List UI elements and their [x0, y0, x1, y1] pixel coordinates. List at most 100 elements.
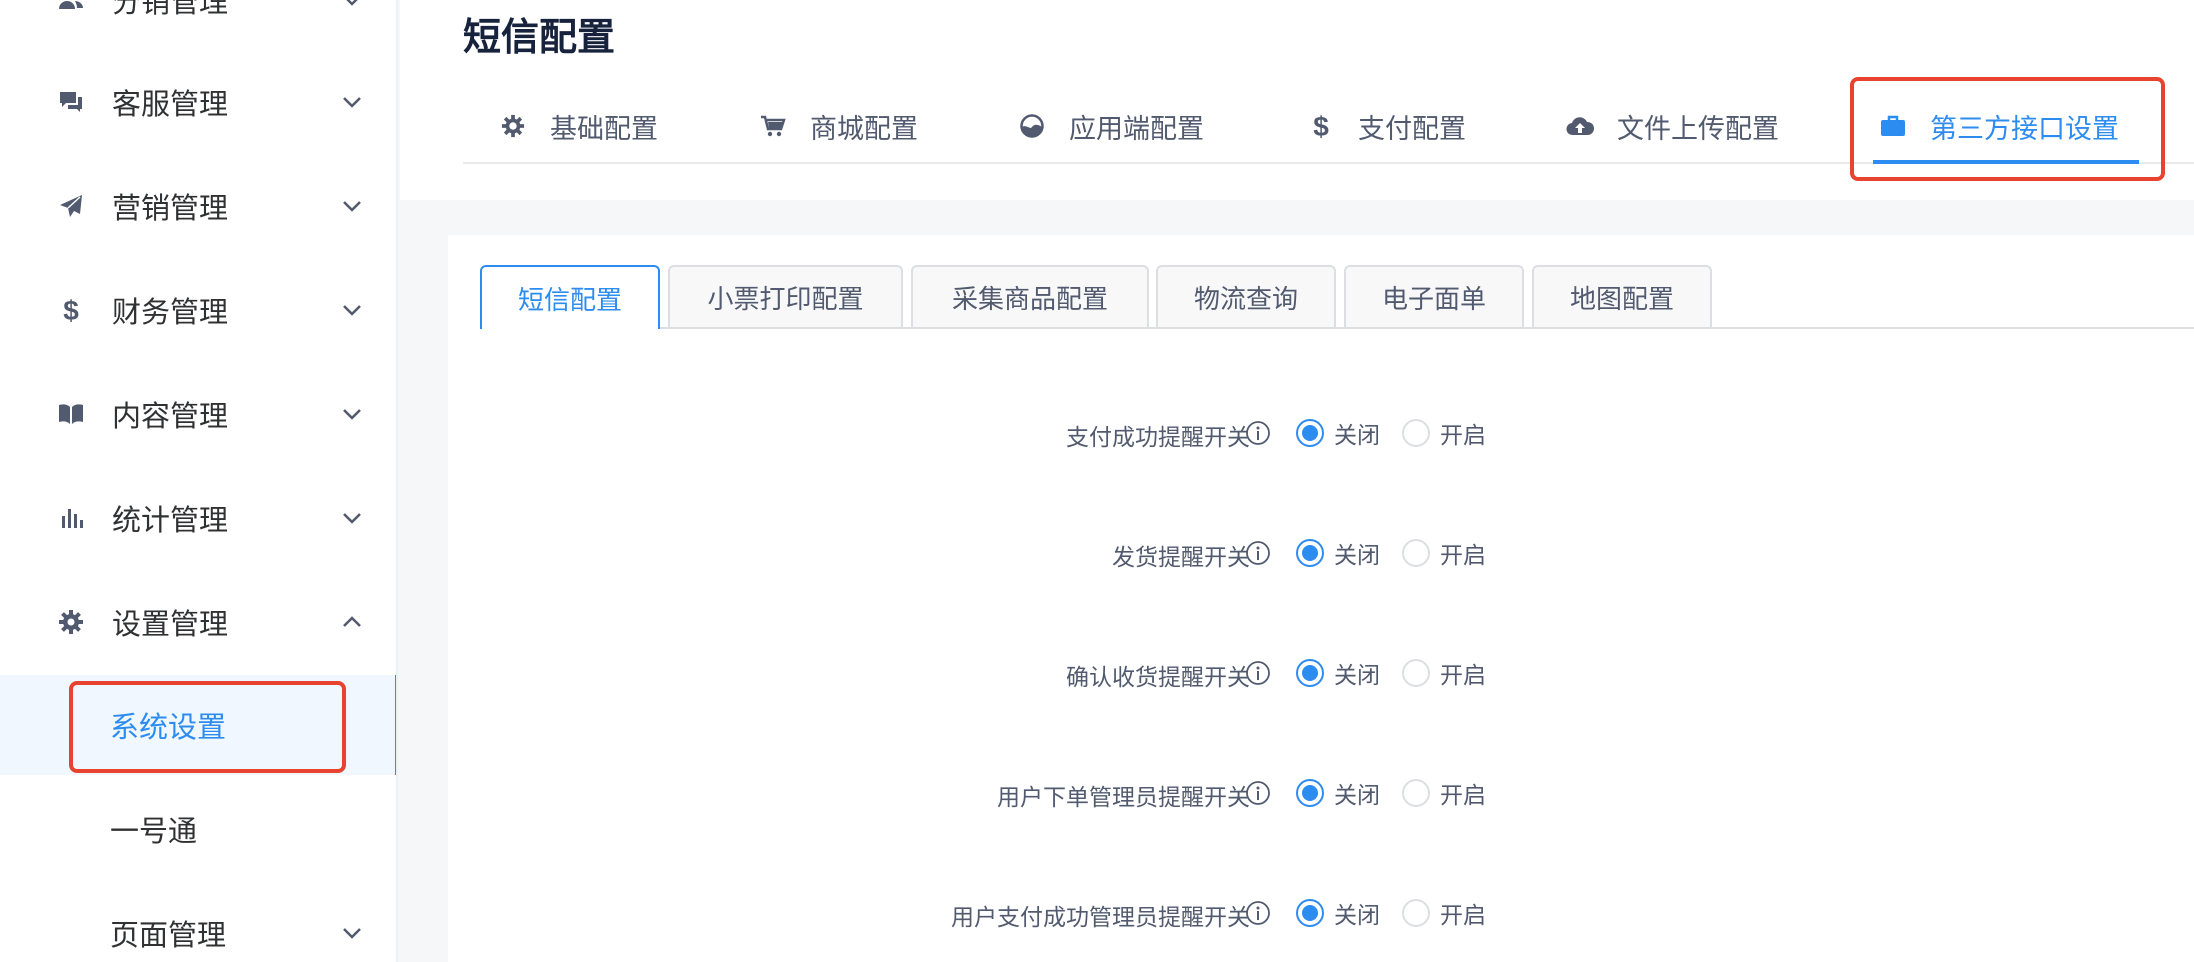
tab-label: 应用端配置	[1069, 113, 1204, 145]
gear-icon	[56, 607, 86, 637]
info-icon[interactable]	[1245, 780, 1271, 806]
sidebar-item-label: 财务管理	[112, 295, 229, 329]
sidebar-item-statistics[interactable]: 统计管理	[0, 478, 398, 558]
svg-text:$: $	[63, 295, 79, 325]
radio-dot	[1296, 659, 1324, 687]
info-icon[interactable]	[1245, 420, 1271, 446]
sidebar-subitem-page-management[interactable]: 页面管理	[0, 883, 398, 962]
chevron-down-icon	[340, 194, 364, 218]
sidebar-subitem-label: 页面管理	[110, 918, 227, 952]
radio-label: 开启	[1440, 783, 1486, 809]
chevron-up-icon	[340, 610, 364, 634]
sidebar-item-label: 设置管理	[112, 607, 229, 641]
chevron-down-icon	[340, 298, 364, 322]
radio-dot	[1402, 899, 1430, 927]
radio-on[interactable]: 开启	[1402, 776, 1486, 810]
radio-label: 关闭	[1334, 903, 1380, 929]
dollar-icon: $	[1306, 111, 1336, 141]
form-row-confirm-receipt: 确认收货提醒开关 关闭 开启	[448, 650, 2194, 700]
tab-payment-config[interactable]: $ 支付配置	[1306, 90, 1466, 162]
radio-on[interactable]: 开启	[1402, 416, 1486, 450]
form-row-order-admin: 用户下单管理员提醒开关 关闭 开启	[448, 770, 2194, 820]
form-row-payment-admin: 用户支付成功管理员提醒开关 关闭 开启	[448, 890, 2194, 940]
sidebar-item-content[interactable]: 内容管理	[0, 374, 398, 454]
radio-dot	[1402, 539, 1430, 567]
sidebar-item-distribution[interactable]: 分销管理	[0, 0, 398, 40]
radio-label: 开启	[1440, 903, 1486, 929]
sidebar-item-settings[interactable]: 设置管理	[0, 582, 398, 662]
sidebar-subitem-system-settings[interactable]: 系统设置	[0, 675, 398, 775]
tab-third-party-api[interactable]: 第三方接口设置	[1873, 90, 2139, 164]
sidebar-item-label: 分销管理	[112, 0, 229, 19]
cloud-upload-icon	[1565, 111, 1595, 141]
radio-on[interactable]: 开启	[1402, 536, 1486, 570]
sidebar-subitem-label: 系统设置	[110, 710, 227, 744]
info-icon[interactable]	[1245, 900, 1271, 926]
sidebar-item-marketing[interactable]: 营销管理	[0, 166, 398, 246]
subtab-receipt-print[interactable]: 小票打印配置	[668, 265, 903, 327]
field-label: 支付成功提醒开关	[1066, 425, 1250, 451]
subtab-map-config[interactable]: 地图配置	[1532, 265, 1712, 327]
tab-app-config[interactable]: 应用端配置	[1017, 90, 1204, 162]
radio-off[interactable]: 关闭	[1296, 896, 1380, 930]
radio-off[interactable]: 关闭	[1296, 656, 1380, 690]
tab-label: 支付配置	[1358, 113, 1466, 145]
users-icon	[56, 0, 86, 15]
radio-dot	[1296, 419, 1324, 447]
form-row-shipping: 发货提醒开关 关闭 开启	[448, 530, 2194, 580]
radio-label: 关闭	[1334, 543, 1380, 569]
app-icon	[1017, 111, 1047, 141]
sidebar: 分销管理 客服管理 营销管理 $ 财务管理 内容管理 统计管理 设置管理 系统设…	[0, 0, 398, 962]
chevron-down-icon	[340, 921, 364, 945]
settings-tab-bar: 基础配置 商城配置 应用端配置 $ 支付配置 文件上传配置 第三方接口设置	[463, 90, 2194, 164]
chat-icon	[56, 87, 86, 117]
sidebar-item-label: 客服管理	[112, 87, 229, 121]
book-icon	[56, 399, 86, 429]
field-label: 发货提醒开关	[1112, 545, 1250, 571]
sidebar-item-label: 营销管理	[112, 191, 229, 225]
radio-dot	[1296, 539, 1324, 567]
content-card: 短信配置 小票打印配置 采集商品配置 物流查询 电子面单 地图配置 支付成功提醒…	[448, 235, 2194, 962]
radio-label: 开启	[1440, 663, 1486, 689]
header: 短信配置 基础配置 商城配置 应用端配置 $ 支付配置 文件上传配置 第三方接口…	[400, 0, 2194, 200]
radio-on[interactable]: 开启	[1402, 656, 1486, 690]
info-icon[interactable]	[1245, 540, 1271, 566]
field-label: 用户下单管理员提醒开关	[997, 785, 1250, 811]
chevron-down-icon	[340, 0, 364, 12]
svg-text:$: $	[1313, 111, 1329, 141]
tab-file-upload-config[interactable]: 文件上传配置	[1565, 90, 1779, 162]
subtab-logistics-query[interactable]: 物流查询	[1156, 265, 1336, 327]
subtab-e-waybill[interactable]: 电子面单	[1344, 265, 1524, 327]
tab-mall-config[interactable]: 商城配置	[758, 90, 918, 162]
tab-label: 商城配置	[810, 113, 918, 145]
sidebar-subitem-label: 一号通	[110, 814, 198, 848]
field-label: 确认收货提醒开关	[1066, 665, 1250, 691]
subtab-product-collect[interactable]: 采集商品配置	[911, 265, 1149, 327]
gear-icon	[498, 111, 528, 141]
radio-dot	[1296, 779, 1324, 807]
radio-off[interactable]: 关闭	[1296, 536, 1380, 570]
radio-dot	[1402, 779, 1430, 807]
field-label: 用户支付成功管理员提醒开关	[951, 905, 1250, 931]
sidebar-item-label: 统计管理	[112, 503, 229, 537]
tab-basic-config[interactable]: 基础配置	[498, 90, 658, 162]
radio-off[interactable]: 关闭	[1296, 416, 1380, 450]
radio-label: 关闭	[1334, 423, 1380, 449]
radio-dot	[1402, 419, 1430, 447]
radio-dot	[1402, 659, 1430, 687]
paper-plane-icon	[56, 191, 86, 221]
sidebar-subitem-yihaotong[interactable]: 一号通	[0, 779, 398, 879]
sidebar-item-finance[interactable]: $ 财务管理	[0, 270, 398, 350]
subtab-sms-config[interactable]: 短信配置	[480, 265, 660, 329]
tab-label: 文件上传配置	[1617, 113, 1779, 145]
radio-label: 开启	[1440, 543, 1486, 569]
dollar-icon: $	[56, 295, 86, 325]
info-icon[interactable]	[1245, 660, 1271, 686]
sub-tab-bar: 短信配置 小票打印配置 采集商品配置 物流查询 电子面单 地图配置	[480, 265, 2194, 329]
sidebar-item-customer-service[interactable]: 客服管理	[0, 62, 398, 142]
radio-on[interactable]: 开启	[1402, 896, 1486, 930]
radio-label: 关闭	[1334, 663, 1380, 689]
bar-chart-icon	[56, 503, 86, 533]
radio-off[interactable]: 关闭	[1296, 776, 1380, 810]
radio-label: 关闭	[1334, 783, 1380, 809]
